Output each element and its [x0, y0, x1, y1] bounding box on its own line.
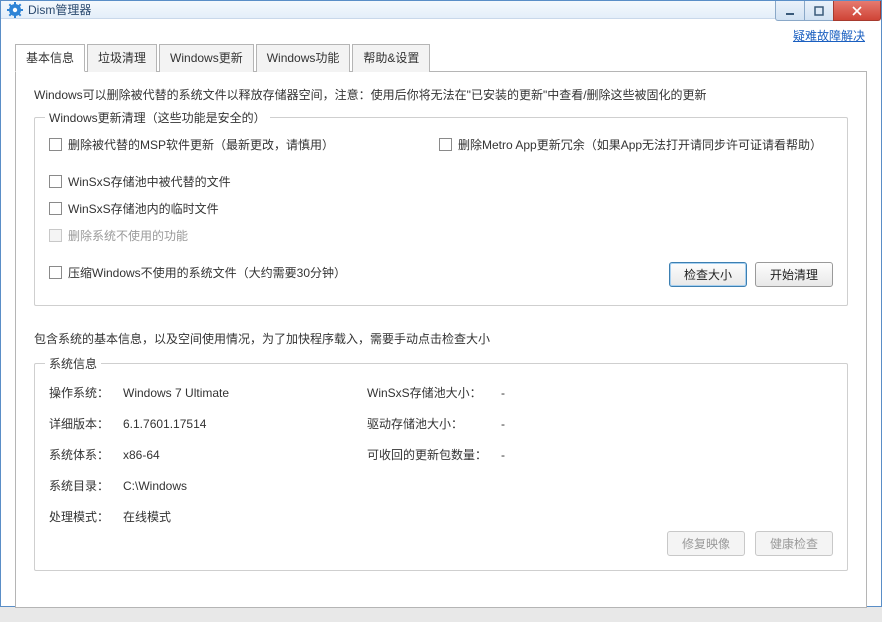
value-mode: 在线模式 [123, 508, 363, 525]
checkbox-row-unused-feature: 删除系统不使用的功能 [49, 227, 833, 244]
label-mode: 处理模式： [49, 508, 119, 525]
system-info-grid: 操作系统： Windows 7 Ultimate WinSxS存储池大小： - … [49, 384, 833, 525]
mid-text: 包含系统的基本信息，以及空间使用情况，为了加快程序载入，需要手动点击检查大小 [34, 330, 848, 347]
value-arch: x86-64 [123, 448, 363, 462]
label-driver-size: 驱动存储池大小： [367, 415, 497, 432]
checkbox-label: 删除Metro App更新冗余（如果App无法打开请同步许可证请看帮助） [458, 136, 822, 153]
troubleshoot-link[interactable]: 疑难故障解决 [793, 27, 865, 44]
tab-windows-features[interactable]: Windows功能 [256, 44, 351, 72]
group-title: Windows更新清理（这些功能是安全的） [45, 109, 270, 126]
checkbox-row-winsxs-temp[interactable]: WinSxS存储池内的临时文件 [49, 200, 833, 217]
tab-label: 帮助&设置 [363, 51, 419, 65]
close-button[interactable] [833, 1, 881, 21]
group-title: 系统信息 [45, 355, 101, 372]
tab-basic-info[interactable]: 基本信息 [15, 44, 85, 72]
start-clean-button[interactable]: 开始清理 [755, 262, 833, 287]
tab-label: 基本信息 [26, 51, 74, 65]
checkbox-row-winsxs-replaced[interactable]: WinSxS存储池中被代替的文件 [49, 173, 833, 190]
label-winsxs-size: WinSxS存储池大小： [367, 384, 497, 401]
checkbox-icon [49, 138, 62, 151]
window-controls [776, 1, 881, 21]
checkbox-icon [49, 202, 62, 215]
value-sysdir: C:\Windows [123, 479, 363, 493]
tab-label: Windows功能 [267, 51, 340, 65]
checkbox-icon [49, 266, 62, 279]
checkbox-label: WinSxS存储池中被代替的文件 [68, 173, 231, 190]
window-title: Dism管理器 [28, 1, 91, 18]
group-system-info: 系统信息 操作系统： Windows 7 Ultimate WinSxS存储池大… [34, 363, 848, 571]
app-window: Dism管理器 疑难故障解决 基本信息 垃圾清理 Windows更新 Windo… [0, 0, 882, 607]
checkbox-label: 压缩Windows不使用的系统文件（大约需要30分钟） [68, 264, 346, 281]
check-size-button[interactable]: 检查大小 [669, 262, 747, 287]
tab-help-settings[interactable]: 帮助&设置 [352, 44, 430, 72]
checkbox-label: 删除系统不使用的功能 [68, 227, 188, 244]
checkbox-row-metro[interactable]: 删除Metro App更新冗余（如果App无法打开请同步许可证请看帮助） [439, 136, 833, 153]
checkbox-label: 删除被代替的MSP软件更新（最新更改，请慎用） [68, 136, 334, 153]
health-check-button: 健康检查 [755, 531, 833, 556]
value-os: Windows 7 Ultimate [123, 386, 363, 400]
titlebar: Dism管理器 [1, 1, 881, 19]
checkbox-row-compress[interactable]: 压缩Windows不使用的系统文件（大约需要30分钟） [49, 264, 669, 281]
value-reclaim-count: - [501, 448, 581, 462]
label-sysdir: 系统目录： [49, 477, 119, 494]
tab-label: Windows更新 [170, 51, 243, 65]
value-version: 6.1.7601.17514 [123, 417, 363, 431]
tab-windows-update[interactable]: Windows更新 [159, 44, 254, 72]
checkbox-icon [49, 229, 62, 242]
label-reclaim-count: 可收回的更新包数量： [367, 446, 497, 463]
tab-bar: 基本信息 垃圾清理 Windows更新 Windows功能 帮助&设置 [15, 43, 867, 72]
gear-icon [7, 2, 23, 18]
value-driver-size: - [501, 417, 581, 431]
label-arch: 系统体系： [49, 446, 119, 463]
checkbox-label: WinSxS存储池内的临时文件 [68, 200, 219, 217]
repair-image-button: 修复映像 [667, 531, 745, 556]
checkbox-icon [49, 175, 62, 188]
group-update-cleanup: Windows更新清理（这些功能是安全的） 删除被代替的MSP软件更新（最新更改… [34, 117, 848, 306]
label-version: 详细版本： [49, 415, 119, 432]
intro-text: Windows可以删除被代替的系统文件以释放存储器空间，注意：使用后你将无法在"… [34, 86, 848, 103]
tab-label: 垃圾清理 [98, 51, 146, 65]
label-os: 操作系统： [49, 384, 119, 401]
client-area: 疑难故障解决 基本信息 垃圾清理 Windows更新 Windows功能 帮助&… [1, 19, 881, 622]
tab-junk-clean[interactable]: 垃圾清理 [87, 44, 157, 72]
checkbox-row-msp[interactable]: 删除被代替的MSP软件更新（最新更改，请慎用） [49, 136, 439, 153]
minimize-button[interactable] [775, 1, 805, 21]
maximize-button[interactable] [804, 1, 834, 21]
checkbox-icon [439, 138, 452, 151]
tab-content: Windows可以删除被代替的系统文件以释放存储器空间，注意：使用后你将无法在"… [15, 72, 867, 608]
value-winsxs-size: - [501, 386, 581, 400]
